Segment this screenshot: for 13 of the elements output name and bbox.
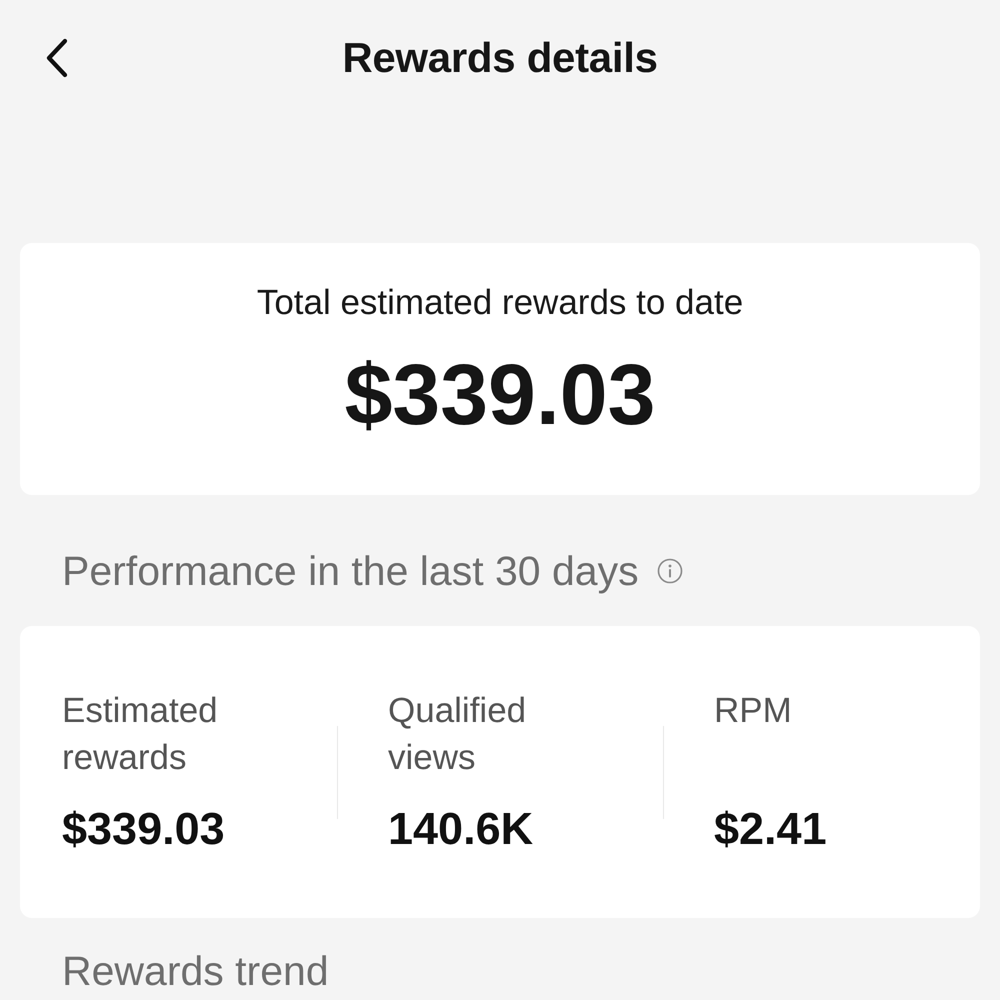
page-title: Rewards details	[342, 35, 658, 81]
metric-value: $2.41	[714, 806, 827, 852]
total-rewards-label: Total estimated rewards to date	[256, 285, 744, 321]
metric-label: RPM	[714, 690, 793, 732]
metric-value: 140.6K	[388, 806, 534, 852]
metric-label: Estimated rewards	[62, 690, 219, 779]
metric-label: Qualified views	[388, 690, 528, 779]
info-icon[interactable]	[656, 558, 683, 584]
chevron-left-icon	[44, 38, 70, 78]
section-heading: Rewards trend	[62, 948, 329, 994]
section-heading: Performance in the last 30 days	[62, 548, 639, 594]
total-rewards-amount: $339.03	[344, 347, 656, 443]
metric-value: $339.03	[62, 806, 225, 852]
